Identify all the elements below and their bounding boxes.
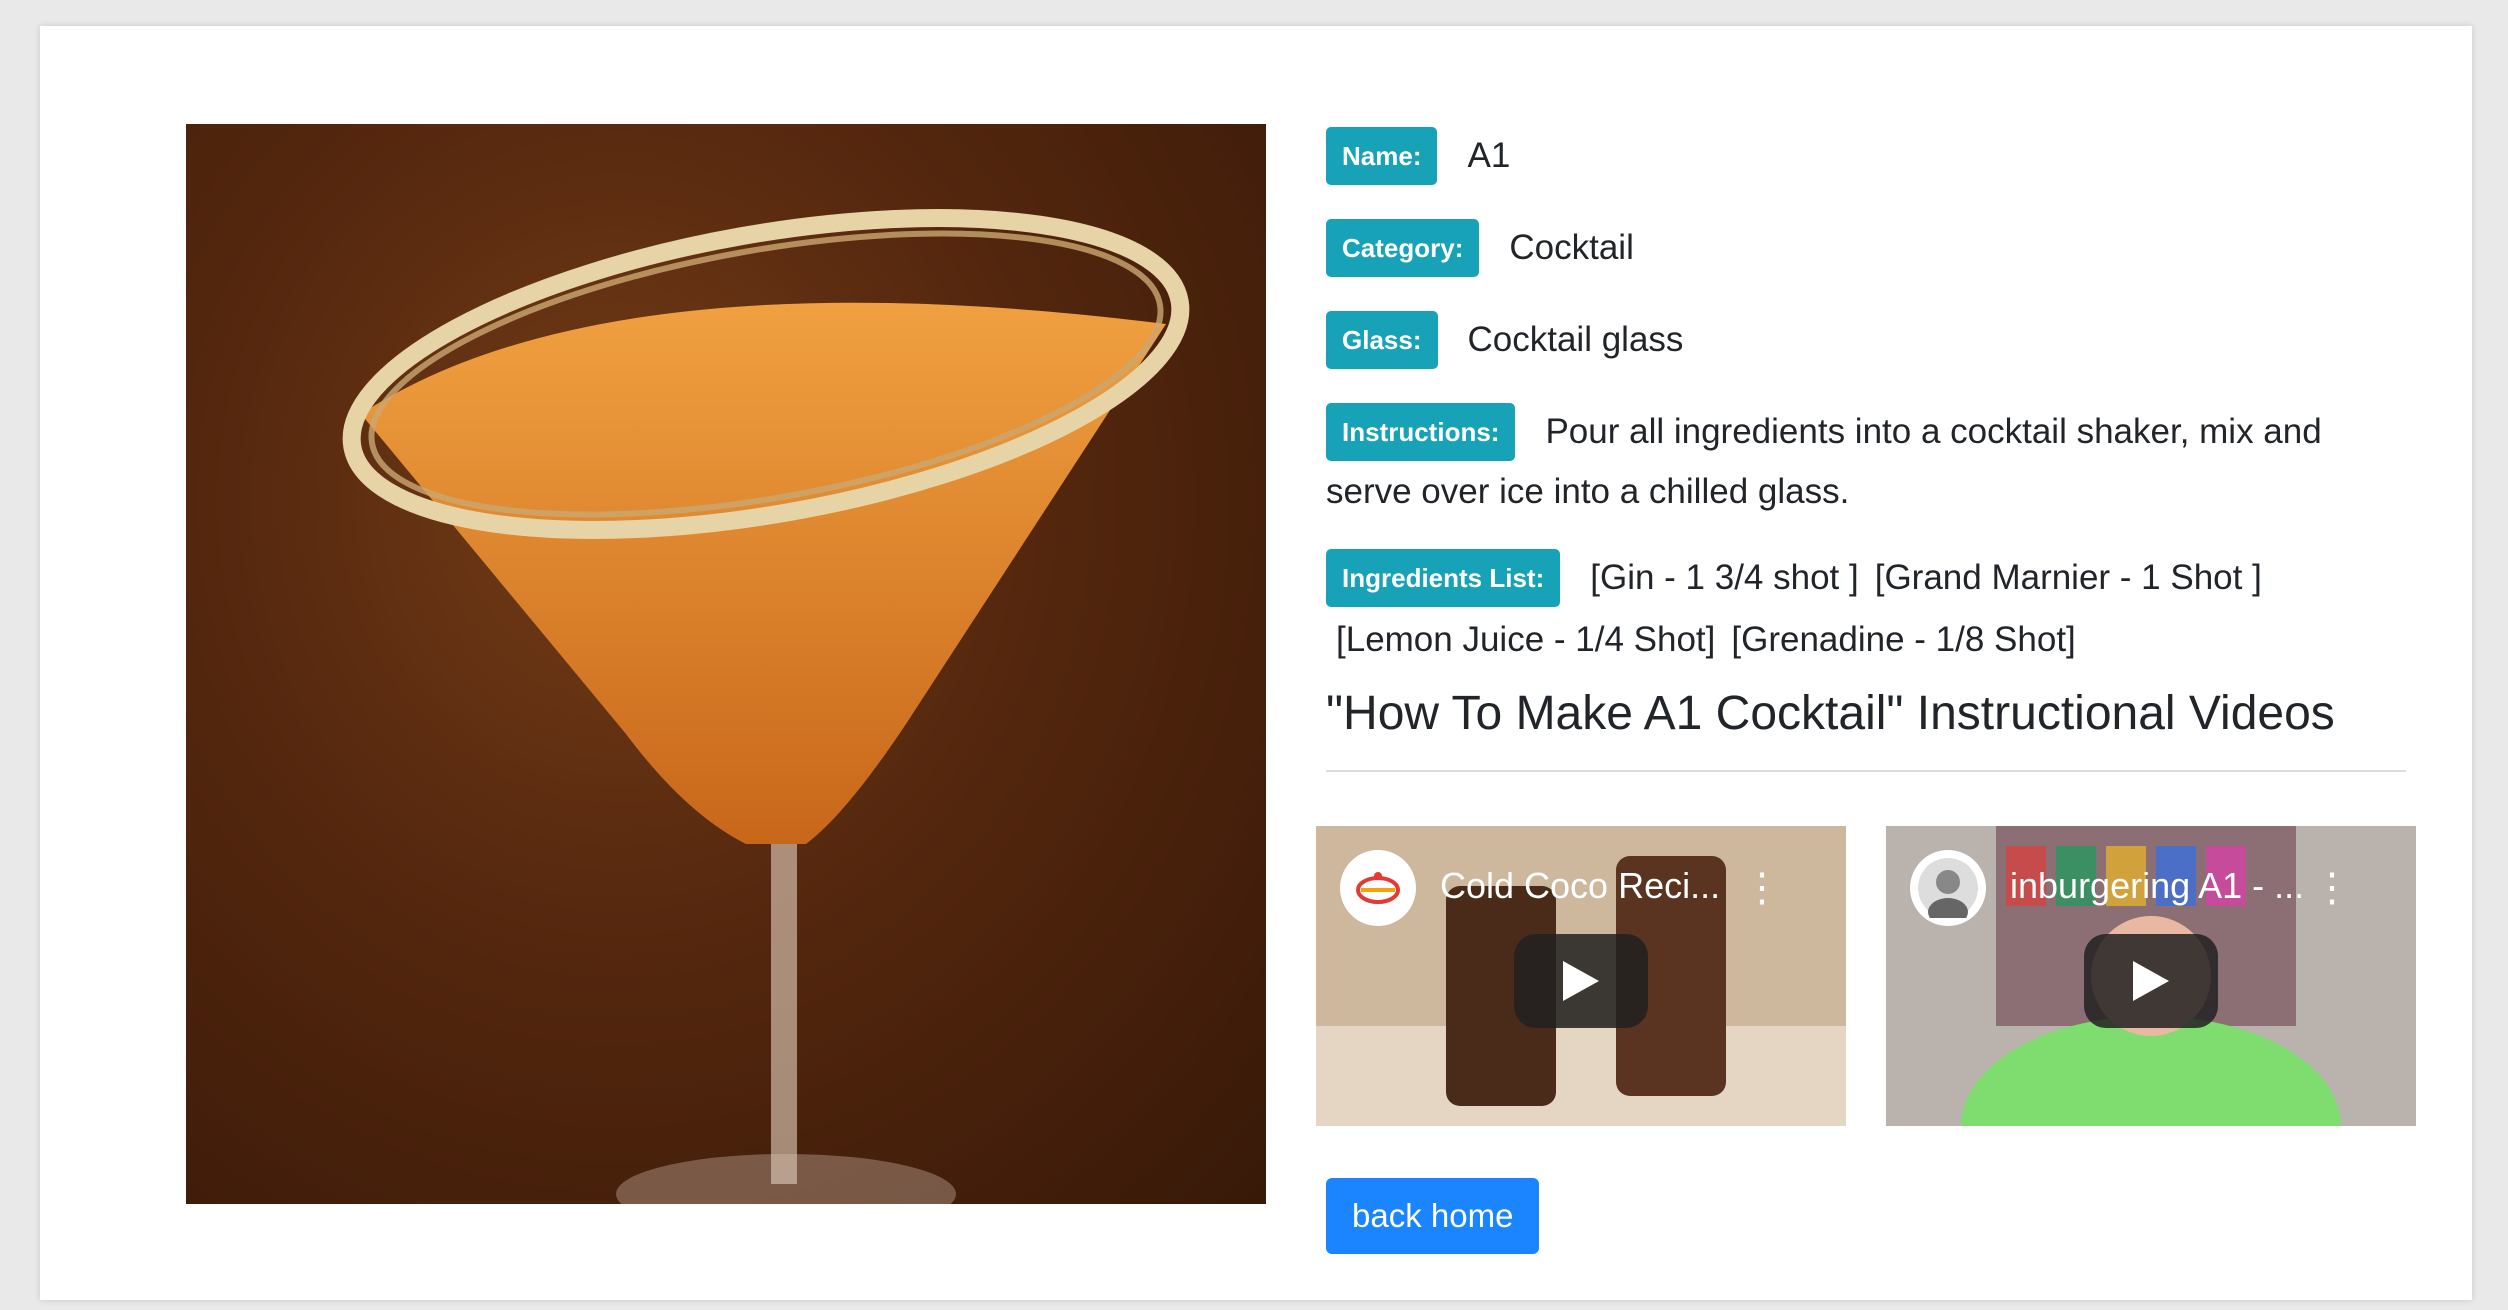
chef-pot-icon [1340,850,1416,926]
back-home-button[interactable]: back home [1326,1178,1540,1254]
more-options-icon[interactable]: ⋮ [2312,868,2352,908]
ingredient-item: [Grenadine - 1/8 Shot] [1731,619,2076,659]
ingredient-item: [Lemon Juice - 1/4 Shot] [1336,619,1716,659]
avatar [1910,850,1986,926]
ingredient-item: [Gin - 1 3/4 shot ] [1590,557,1859,597]
divider [1326,770,2406,772]
glass-badge: Glass: [1326,310,1438,369]
instructions-line-2: serve over ice into a chilled glass. [1326,471,1850,511]
drink-image [186,124,1266,1204]
play-icon[interactable] [2084,934,2218,1028]
video-title[interactable]: inburgering A1 - ... [2010,866,2340,906]
instructions-row: Instructions: Pour all ingredients into a… [1326,400,2446,522]
ingredients-row: Ingredients List: [Gin - 1 3/4 shot ] [Gra… [1326,546,2446,670]
drink-detail-card: Name: A1 Category: Cocktail Glass: Cocktail… [40,26,2472,1300]
ingredient-item: [Grand Marnier - 1 Shot ] [1874,557,2262,597]
video-player-2[interactable]: inburgering A1 - ... ⋮ [1886,826,2416,1126]
drink-name: A1 [1467,135,1511,175]
drink-glass: Cocktail glass [1467,319,1684,359]
more-options-icon[interactable]: ⋮ [1742,868,1782,908]
category-badge: Category: [1326,218,1480,277]
category-row: Category: Cocktail [1326,216,1634,278]
ingredients-badge: Ingredients List: [1326,548,1561,607]
video-player-1[interactable]: Cold Coco Reci... ⋮ [1316,826,1846,1126]
name-badge: Name: [1326,126,1438,185]
glass-row: Glass: Cocktail glass [1326,308,1683,370]
name-row: Name: A1 [1326,124,1510,186]
drink-category: Cocktail [1509,227,1634,267]
videos-heading: "How To Make A1 Cocktail" Instructional … [1326,687,2335,740]
play-icon[interactable] [1514,934,1648,1028]
instructions-line-1: Pour all ingredients into a cocktail sha… [1545,411,2322,451]
instructions-badge: Instructions: [1326,402,1516,461]
video-title[interactable]: Cold Coco Reci... [1440,866,1770,906]
